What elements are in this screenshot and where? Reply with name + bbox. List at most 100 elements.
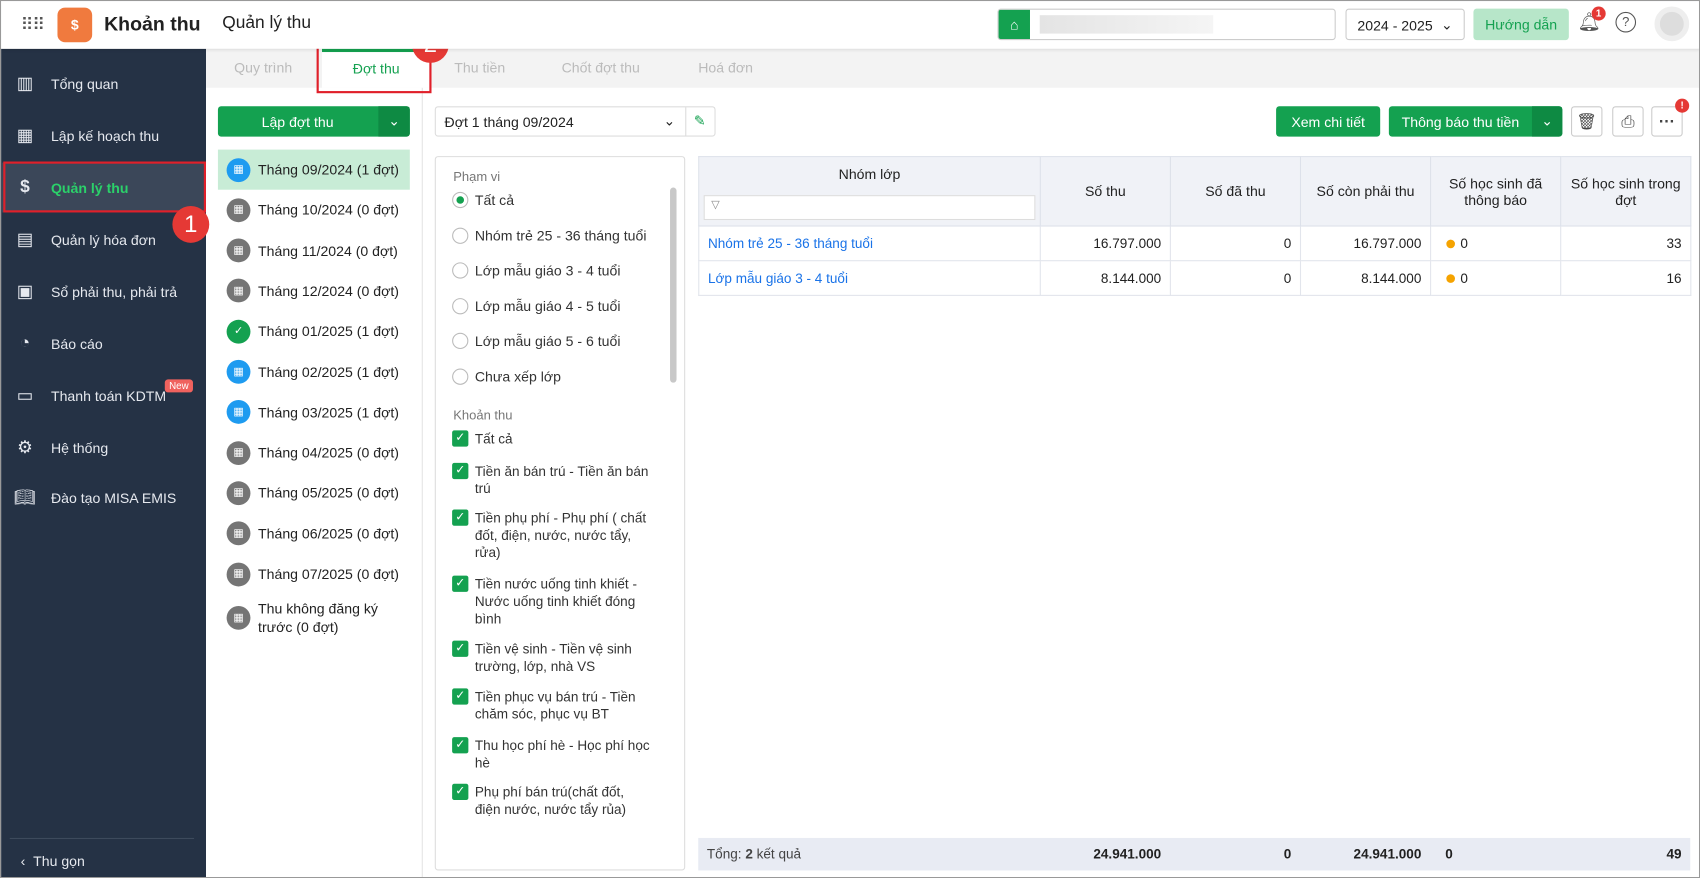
fee-checkbox[interactable]: ✓ Tiền nước uống tinh khiết - Nước uống t…: [452, 575, 653, 628]
chevron-down-icon: ⌄: [1441, 16, 1453, 33]
app-grid-icon[interactable]: ⠿⠿: [21, 14, 45, 36]
scope-label: Nhóm trẻ 25 - 36 tháng tuổi: [474, 227, 647, 244]
tab-invoices[interactable]: Hoá đơn: [698, 49, 753, 88]
alert-badge-icon: !: [1675, 98, 1690, 113]
print-icon[interactable]: ⎙: [1612, 106, 1644, 137]
trash-icon[interactable]: 🗑︎: [1571, 106, 1603, 137]
group-filter-input[interactable]: ▽: [703, 195, 1036, 221]
month-item[interactable]: ▦ Tháng 05/2025 (0 đợt): [218, 473, 410, 513]
fee-checkbox[interactable]: ✓ Tiền phụ phí - Phụ phí ( chất đốt, điện…: [452, 509, 653, 561]
calendar-icon: ▦: [226, 521, 251, 546]
status-dot-icon: [1446, 239, 1455, 248]
column-header-amount: Số thu: [1039, 156, 1171, 227]
month-label: Tháng 04/2025 (0 đợt): [258, 444, 399, 461]
month-item[interactable]: ▦ Tháng 10/2024 (0 đợt): [218, 190, 410, 230]
fee-checkbox[interactable]: ✓ Tiền ăn bán trú - Tiền ăn bán trú: [452, 462, 653, 498]
sidebar-item-label: Thanh toán KDTM: [50, 387, 167, 404]
book-icon: 📖︎: [13, 488, 36, 508]
calendar-icon: ▦: [226, 157, 251, 182]
tab-close-batch[interactable]: Chốt đợt thu: [562, 49, 640, 88]
students-cell: 33: [1560, 225, 1692, 262]
calendar-icon: ▦: [226, 359, 251, 384]
total-paid: 0: [1283, 846, 1292, 862]
table-footer: Tổng: 2 kết quả 24.941.000 0 24.941.000 …: [698, 837, 1691, 871]
group-link[interactable]: Nhóm trẻ 25 - 36 tháng tuổi: [698, 225, 1041, 262]
table-row[interactable]: Lớp mẫu giáo 3 - 4 tuổi 8.144.000 0 8.14…: [698, 260, 1692, 296]
radio-icon: [452, 262, 469, 279]
chevron-down-icon[interactable]: ⌄: [1531, 106, 1563, 137]
column-header-remaining: Số còn phải thu: [1299, 156, 1432, 227]
fee-checkbox[interactable]: ✓ Tiền vệ sinh - Tiền vệ sinh trường, lớp…: [452, 640, 653, 676]
column-header-group: Nhóm lớp ▽: [698, 156, 1041, 227]
scrollbar[interactable]: [670, 187, 677, 383]
top-bar: ⠿⠿ $ Khoản thu Quản lý thu ⌂ 2024 - 2025…: [1, 1, 1699, 49]
school-selector[interactable]: ⌂: [997, 8, 1336, 41]
fee-label: Tất cả: [474, 431, 513, 447]
scope-label: Lớp mẫu giáo 5 - 6 tuổi: [474, 332, 621, 350]
total-amount: 24.941.000: [1093, 846, 1162, 862]
avatar[interactable]: [1654, 6, 1690, 42]
scope-radio[interactable]: Chưa xếp lớp: [452, 368, 561, 385]
school-year-select[interactable]: 2024 - 2025 ⌄: [1345, 8, 1465, 41]
chevron-down-icon: ⌄: [663, 112, 676, 129]
month-item[interactable]: ▦ Tháng 12/2024 (0 đợt): [218, 271, 410, 311]
month-item[interactable]: ▦ Tháng 06/2025 (0 đợt): [218, 513, 410, 553]
fee-label: Tiền nước uống tinh khiết - Nước uống ti…: [474, 576, 637, 627]
group-link[interactable]: Lớp mẫu giáo 3 - 4 tuổi: [698, 260, 1041, 296]
fee-label: Phụ phí bán trú(chất đốt, điện nước, nướ…: [474, 784, 627, 818]
annotation-marker: 1: [172, 205, 210, 243]
column-header-notified: Số học sinh đã thông báo: [1430, 156, 1562, 227]
scope-radio[interactable]: Lớp mẫu giáo 5 - 6 tuổi: [452, 332, 621, 350]
view-detail-button[interactable]: Xem chi tiết: [1276, 106, 1381, 137]
check-circle-icon: ✓: [226, 319, 251, 344]
scope-radio[interactable]: Nhóm trẻ 25 - 36 tháng tuổi: [452, 227, 647, 244]
collapse-button[interactable]: ‹ Thu gọn: [21, 853, 85, 869]
sidebar-item-ledger[interactable]: ▣ Sổ phải thu, phải trả: [1, 267, 206, 317]
total-remaining: 24.941.000: [1353, 846, 1422, 862]
header-label: Nhóm lớp: [838, 165, 901, 183]
guide-button[interactable]: Hướng dẫn: [1473, 8, 1569, 41]
chevron-down-icon[interactable]: ⌄: [378, 106, 410, 137]
month-item[interactable]: ✓ Tháng 01/2025 (1 đợt): [218, 311, 410, 351]
sidebar-item-reports[interactable]: ◔ Báo cáo: [1, 319, 206, 369]
sidebar-item-training[interactable]: 📖︎ Đào tạo MISA EMIS: [1, 473, 206, 523]
month-item[interactable]: ▦ Tháng 04/2025 (0 đợt): [218, 433, 410, 473]
month-item[interactable]: ▦ Tháng 07/2025 (0 đợt): [218, 554, 410, 594]
scope-radio[interactable]: Lớp mẫu giáo 4 - 5 tuổi: [452, 297, 620, 314]
month-item[interactable]: ▦ Tháng 02/2025 (1 đợt): [218, 352, 410, 392]
sidebar-item-system[interactable]: ⚙ Hệ thống: [1, 423, 206, 473]
tab-process[interactable]: Quy trình: [234, 49, 292, 88]
fee-label: Tiền ăn bán trú - Tiền ăn bán trú: [474, 463, 649, 497]
calendar-dollar-icon: ▦: [16, 126, 34, 146]
batch-select[interactable]: Đợt 1 tháng 09/2024 ⌄ ✎: [434, 106, 716, 137]
scope-radio[interactable]: Tất cả: [452, 191, 514, 209]
month-item[interactable]: ▦ Tháng 11/2024 (0 đợt): [218, 230, 410, 270]
filter-icon: ▽: [711, 199, 720, 212]
sidebar-item-label: Quản lý hóa đơn: [50, 231, 156, 248]
calendar-icon: ▦: [226, 481, 251, 506]
month-label: Tháng 11/2024 (0 đợt): [258, 242, 398, 259]
fee-checkbox[interactable]: ✓ Tiền phục vụ bán trú - Tiền chăm sóc, p…: [452, 688, 653, 723]
help-icon[interactable]: ?: [1615, 11, 1637, 33]
sidebar-item-label: Lập kế hoạch thu: [50, 127, 160, 144]
month-item[interactable]: ▦ Tháng 03/2025 (1 đợt): [218, 392, 410, 432]
sidebar-item-cashless[interactable]: ▭ Thanh toán KDTM New: [1, 371, 206, 421]
sidebar-item-plan[interactable]: ▦ Lập kế hoạch thu: [1, 111, 206, 161]
remaining-cell: 8.144.000: [1299, 260, 1432, 296]
tab-collect[interactable]: Thu tiền: [454, 49, 505, 88]
table-row[interactable]: Nhóm trẻ 25 - 36 tháng tuổi 16.797.000 0…: [698, 225, 1692, 262]
pie-chart-icon: ◔: [19, 333, 31, 353]
fee-checkbox[interactable]: ✓ Phụ phí bán trú(chất đốt, điện nước, nư…: [452, 783, 653, 819]
checkbox-checked-icon: ✓: [452, 430, 469, 447]
month-item[interactable]: ▦ Thu không đăng ký trước (0 đợt): [218, 594, 410, 642]
sidebar-item-overview[interactable]: ▥ Tổng quan: [1, 59, 206, 109]
school-year-value: 2024 - 2025: [1357, 17, 1433, 34]
document-icon: ▤: [16, 230, 34, 250]
radio-icon: [452, 297, 469, 314]
scope-radio[interactable]: Lớp mẫu giáo 3 - 4 tuổi: [452, 262, 620, 279]
status-dot-icon: [1446, 273, 1455, 283]
fee-checkbox[interactable]: ✓ Tất cả: [452, 430, 653, 447]
fee-checkbox[interactable]: ✓ Thu học phí hè - Học phí học hè: [452, 737, 653, 772]
edit-pencil-icon[interactable]: ✎: [694, 113, 706, 130]
month-item[interactable]: ▦ Tháng 09/2024 (1 đợt): [217, 149, 410, 190]
